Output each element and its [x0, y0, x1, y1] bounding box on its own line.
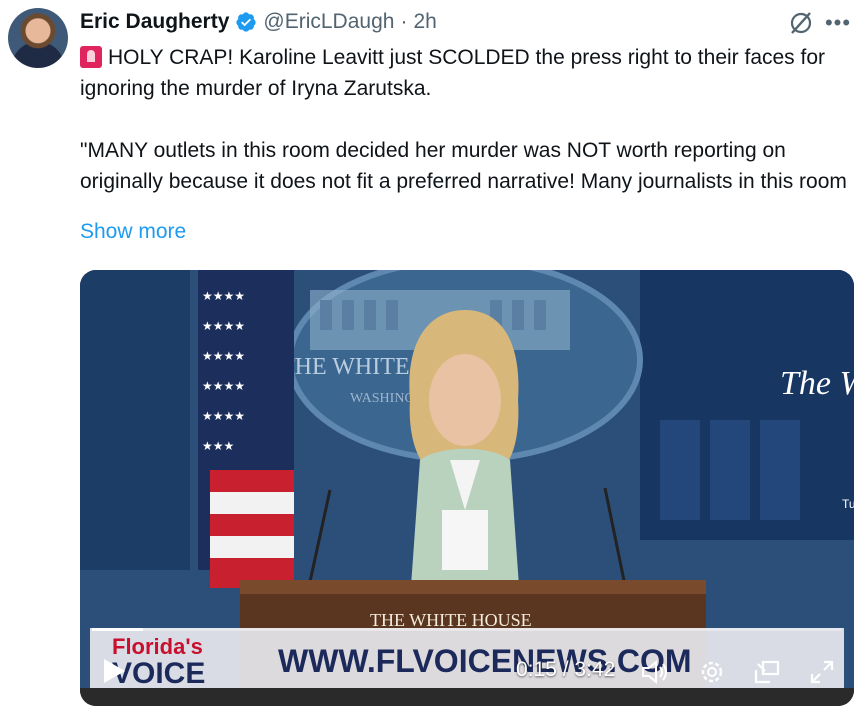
tweet-text: HOLY CRAP! Karoline Leavitt just SCOLDED… [80, 42, 860, 197]
svg-text:★★★: ★★★ [202, 439, 234, 453]
separator-dot: · [400, 10, 408, 33]
volume-icon[interactable] [640, 658, 670, 686]
podium-text: THE WHITE HOUSE [370, 610, 532, 630]
fullscreen-icon[interactable] [808, 658, 836, 686]
author-name[interactable]: Eric Daugherty [80, 10, 229, 34]
tweet-text-line1: HOLY CRAP! Karoline Leavitt just SCOLDED… [80, 46, 831, 100]
banner-url: WWW.FLVOICENEWS.COM [278, 643, 692, 679]
author-avatar[interactable] [8, 8, 68, 68]
svg-text:★★★★: ★★★★ [202, 409, 245, 423]
video-frame: THE WHITE HOUSE WASHINGTON The W Tu ★★★★… [80, 270, 854, 706]
svg-text:★★★★: ★★★★ [202, 319, 245, 333]
show-more-link[interactable]: Show more [80, 220, 186, 244]
play-icon[interactable] [98, 656, 128, 686]
picture-in-picture-icon[interactable] [752, 658, 782, 686]
svg-text:★★★★: ★★★★ [202, 289, 245, 303]
svg-text:★★★★: ★★★★ [202, 379, 245, 393]
settings-icon[interactable] [698, 658, 726, 686]
grok-icon[interactable] [788, 10, 814, 36]
video-progress-bar[interactable] [92, 628, 842, 631]
author-handle[interactable]: @EricLDaugh [263, 10, 394, 34]
tweet-timestamp[interactable]: 2h [413, 10, 436, 34]
rotating-light-icon [80, 46, 102, 68]
tweet-text-line2: "MANY outlets in this room decided her m… [80, 139, 847, 193]
screen-small-text: Tu [842, 497, 854, 511]
tweet-header: Eric Daugherty @EricLDaugh · 2h [80, 8, 437, 36]
more-icon[interactable]: ••• [822, 10, 854, 36]
screen-text: The W [780, 365, 854, 402]
verified-badge-icon [236, 12, 257, 32]
svg-text:★★★★: ★★★★ [202, 349, 245, 363]
video-progress-fill [92, 628, 143, 631]
video-time-display: 0:15 / 3:42 [516, 658, 616, 681]
video-player[interactable]: THE WHITE HOUSE WASHINGTON The W Tu ★★★★… [80, 270, 854, 706]
